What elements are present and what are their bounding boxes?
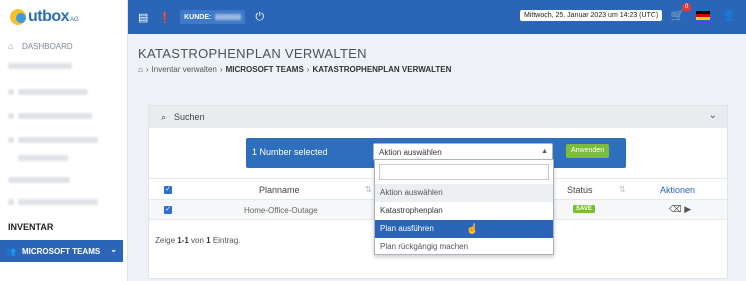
page-title: KATASTROPHENPLAN VERWALTEN [138, 46, 367, 61]
breadcrumb: ⌂ › Inventar verwalten › MICROSOFT TEAMS… [138, 65, 452, 74]
search-icon[interactable]: ⌕ [652, 9, 658, 22]
sidebar-item-microsoft-teams[interactable]: 👥 MICROSOFT TEAMS ⌄ [0, 240, 123, 262]
caret-up-icon: ▲ [541, 148, 548, 155]
dropdown-search-input[interactable] [379, 164, 549, 180]
sidebar-item-hidden-5[interactable] [0, 150, 127, 166]
dropdown-option[interactable]: Katastrophenplan [375, 202, 553, 220]
select-all-checkbox[interactable]: ✓ [164, 186, 172, 194]
cart-count-badge: 0 [681, 3, 692, 12]
delete-icon[interactable]: ⌫ [669, 204, 682, 214]
cell-planname: Home-Office-Outage [244, 206, 318, 215]
column-header-aktionen: Aktionen [660, 185, 696, 195]
sidebar-item-label: MICROSOFT TEAMS [21, 246, 101, 256]
search-panel-header[interactable]: ⌕ Suchen ⌄ [149, 106, 727, 128]
search-label: Suchen [174, 112, 205, 122]
breadcrumb-item: KATASTROPHENPLAN VERWALTEN [312, 65, 452, 74]
info-icon[interactable]: ❗ [158, 11, 172, 24]
outbox-logo[interactable]: utbox AG [0, 0, 127, 34]
sidebar-item-hidden-7[interactable] [0, 194, 127, 210]
action-select-dropdown: Aktion auswählen Katastrophenplan Plan a… [374, 159, 554, 255]
users-icon: 👥 [6, 246, 16, 256]
sidebar-item-hidden-6[interactable] [0, 172, 127, 188]
selection-count: 1 Number selected [252, 147, 328, 157]
column-header-planname[interactable]: Planname [259, 185, 300, 195]
row-checkbox[interactable]: ✓ [164, 206, 172, 214]
chevron-down-icon: ⌄ [110, 245, 117, 254]
cart-icon[interactable]: 🛒 0 [671, 3, 692, 22]
sidebar-item-label: DASHBOARD [22, 41, 73, 51]
sidebar-item-hidden-3[interactable] [0, 108, 127, 124]
search-icon: ⌕ [161, 111, 167, 122]
menu-toggle-icon[interactable]: ▤ [138, 11, 148, 24]
sidebar-section-inventar: INVENTAR [8, 222, 54, 232]
dropdown-option[interactable]: Plan rückgängig machen [375, 238, 553, 256]
logout-icon[interactable]: ⏻ [255, 11, 264, 24]
play-icon[interactable]: ▶ [684, 204, 691, 214]
dropdown-option[interactable]: Aktion auswählen [375, 184, 553, 202]
sidebar-item-hidden-4[interactable] [0, 132, 127, 148]
kunde-selector[interactable]: KUNDE: [180, 10, 246, 24]
sidebar-item-dashboard[interactable]: ⌂ DASHBOARD [0, 38, 127, 54]
pointer-cursor-icon: ☝ [466, 224, 479, 235]
datetime-display: Mittwoch, 25. Januar 2023 um 14:23 (UTC) [520, 10, 663, 21]
home-icon[interactable]: ⌂ [138, 65, 143, 74]
sidebar-item-hidden-2[interactable] [0, 84, 127, 100]
german-flag-icon[interactable] [696, 10, 711, 21]
breadcrumb-item[interactable]: MICROSOFT TEAMS [226, 65, 304, 74]
user-icon[interactable]: 👤 [722, 9, 736, 22]
breadcrumb-item[interactable]: Inventar verwalten [152, 65, 217, 74]
topbar: ▤ ❗ KUNDE: ⏻ Mittwoch, 25. Januar 2023 u… [128, 0, 746, 34]
table-info: Zeige 1-1 von 1 Eintrag. [155, 236, 241, 245]
status-badge: SAVE [573, 205, 595, 213]
dropdown-option-highlighted[interactable]: Plan ausführen [375, 220, 553, 238]
chevron-down-icon: ⌄ [708, 110, 717, 121]
apply-button[interactable]: Anwenden [566, 144, 610, 158]
sort-icon[interactable]: ⇅ [365, 185, 372, 194]
sidebar: utbox AG ⌂ DASHBOARD INVENTAR 👥 MICROSOFT… [0, 0, 128, 281]
home-icon: ⌂ [8, 41, 14, 51]
sidebar-item-hidden-1[interactable] [0, 58, 127, 74]
column-header-status[interactable]: Status [567, 185, 593, 195]
logo-mark [10, 9, 26, 25]
sort-icon[interactable]: ⇅ [619, 185, 626, 194]
